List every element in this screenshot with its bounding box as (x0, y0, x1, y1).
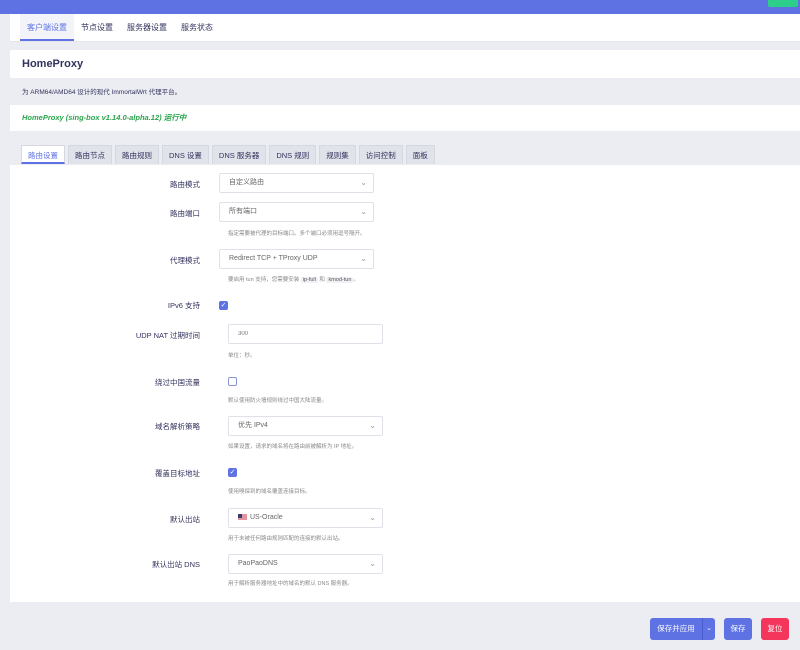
default-outbound-help: 用于未被任何路由规则匹配的连接的默认出站。 (228, 536, 344, 542)
routing-port-value: 所有端口 (229, 208, 257, 215)
default-outbound-select[interactable]: US-Oracle ⌄ (228, 508, 383, 528)
default-outbound-dns-help: 用于解析服务器地址中的域名的默认 DNS 服务器。 (228, 581, 353, 587)
sniff-override-checkbox[interactable]: ✓ (228, 468, 237, 477)
reset-button[interactable]: 复位 (761, 618, 789, 640)
chevron-down-icon: ⌄ (360, 178, 367, 187)
chevron-down-icon: ⌄ (360, 254, 367, 263)
routing-mode-value: 自定义路由 (229, 179, 264, 186)
top-bar (0, 0, 800, 14)
proxy-mode-help: 要启用 tun 支持，您需要安装 ip-full 和 kmod-tun。 (228, 277, 359, 283)
subtab-dns-rules[interactable]: DNS 规则 (269, 145, 317, 164)
tab-node-settings[interactable]: 节点设置 (74, 14, 120, 41)
domain-strategy-help: 如果设置，请求的域名将在路由前被解析为 IP 地址。 (228, 444, 358, 450)
running-status: HomeProxy (sing-box v1.14.0-alpha.12) 运行… (10, 105, 800, 131)
domain-strategy-label: 域名解析策略 (155, 422, 200, 431)
default-outbound-dns-select[interactable]: PaoPaoDNS ⌄ (228, 554, 383, 574)
routing-mode-label: 路由模式 (170, 180, 200, 189)
us-flag-icon (238, 514, 247, 521)
proxy-mode-value: Redirect TCP + TProxy UDP (229, 255, 318, 262)
chevron-down-icon: ⌄ (369, 421, 376, 430)
proxy-mode-label: 代理模式 (170, 256, 200, 265)
sniff-override-help: 使用嗅探到的域名覆盖连接目标。 (228, 489, 311, 495)
routing-port-label: 路由端口 (170, 209, 200, 218)
default-outbound-value: US-Oracle (250, 514, 283, 521)
default-outbound-dns-label: 默认出站 DNS (152, 560, 200, 569)
save-apply-dropdown-button[interactable]: ⌄ (702, 618, 715, 640)
save-and-apply-button[interactable]: 保存并应用 (650, 618, 702, 640)
default-outbound-dns-value: PaoPaoDNS (238, 560, 278, 567)
tab-client-settings[interactable]: 客户端设置 (20, 14, 74, 41)
subtab-routing-settings[interactable]: 路由设置 (21, 145, 65, 164)
ipv6-checkbox[interactable]: ✓ (219, 301, 228, 310)
tab-service-status[interactable]: 服务状态 (174, 14, 220, 41)
chevron-down-icon: ⌄ (369, 559, 376, 568)
bypass-cn-help: 默认使用防火墙规则绕过中国大陆流量。 (228, 398, 328, 404)
chevron-down-icon: ⌄ (360, 207, 367, 216)
udp-nat-input[interactable] (228, 324, 383, 344)
subtab-dashboard[interactable]: 面板 (405, 145, 435, 164)
main-tabs: 客户端设置 节点设置 服务器设置 服务状态 (10, 14, 800, 42)
routing-settings-form: 路由模式 自定义路由 ⌄ 路由端口 所有端口 ⌄ 指定需要被代理的目标端口。多个… (10, 165, 800, 602)
subtab-dns-settings[interactable]: DNS 设置 (162, 145, 209, 164)
top-badge[interactable] (768, 0, 798, 7)
udp-nat-label: UDP NAT 过期时间 (135, 331, 200, 340)
default-outbound-label: 默认出站 (170, 515, 200, 524)
tab-server-settings[interactable]: 服务器设置 (120, 14, 174, 41)
subtab-dns-servers[interactable]: DNS 服务器 (211, 145, 267, 164)
subtab-routing-rules[interactable]: 路由规则 (115, 145, 159, 164)
sub-tabs: 路由设置 路由节点 路由规则 DNS 设置 DNS 服务器 DNS 规则 规则集… (21, 145, 435, 164)
routing-mode-select[interactable]: 自定义路由 ⌄ (219, 173, 374, 193)
routing-port-select[interactable]: 所有端口 ⌄ (219, 202, 374, 222)
page-description: 为 ARM64/AMD64 设计的现代 ImmortalWrt 代理平台。 (22, 89, 182, 96)
subtab-rulesets[interactable]: 规则集 (319, 145, 356, 164)
subtab-routing-nodes[interactable]: 路由节点 (68, 145, 112, 164)
bypass-cn-checkbox[interactable] (228, 377, 237, 386)
routing-port-help: 指定需要被代理的目标端口。多个端口必须用逗号隔开。 (228, 231, 366, 237)
bypass-cn-label: 绕过中国流量 (155, 378, 200, 387)
ipv6-label: IPv6 支持 (167, 301, 200, 310)
subtab-access-control[interactable]: 访问控制 (358, 145, 403, 164)
save-button[interactable]: 保存 (724, 618, 752, 640)
domain-strategy-value: 优先 IPv4 (238, 422, 268, 429)
chevron-down-icon: ⌄ (706, 625, 712, 632)
page-title: HomeProxy (10, 50, 800, 78)
sniff-override-label: 覆盖目标地址 (155, 469, 200, 478)
domain-strategy-select[interactable]: 优先 IPv4 ⌄ (228, 416, 383, 436)
chevron-down-icon: ⌄ (369, 513, 376, 522)
udp-nat-help: 单位：秒。 (228, 353, 256, 359)
proxy-mode-select[interactable]: Redirect TCP + TProxy UDP ⌄ (219, 249, 374, 269)
